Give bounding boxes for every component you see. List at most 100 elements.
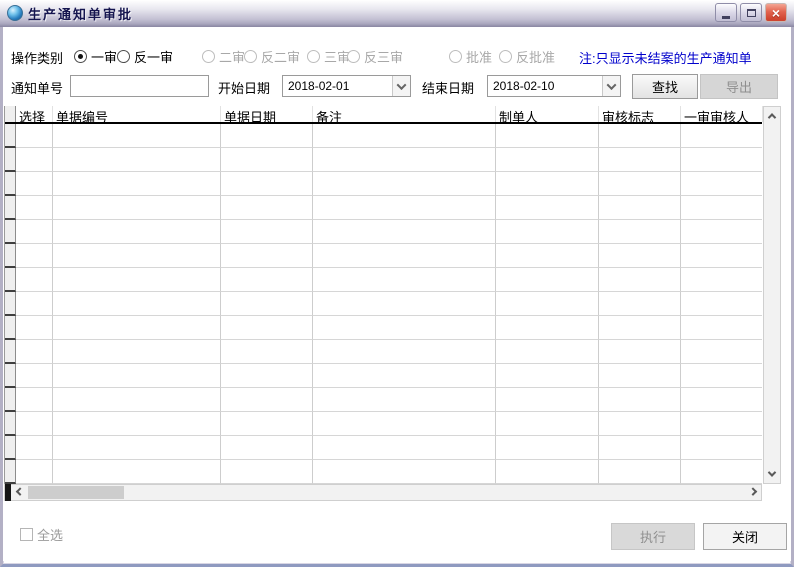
table-cell [221,172,313,196]
scroll-up-button[interactable] [764,108,780,124]
table-cell [496,124,599,148]
row-selector-cell [5,364,16,388]
close-window-button[interactable]: 关闭 [703,523,787,550]
start-date-value: 2018-02-01 [283,79,392,93]
title-bar: 生产通知单审批 × [0,0,794,27]
search-button[interactable]: 查找 [632,74,698,99]
horizontal-scroll-thumb[interactable] [28,486,124,499]
table-cell [599,268,681,292]
row-selector-cell [5,196,16,220]
maximize-icon [747,9,756,17]
table-cell [53,412,221,436]
start-date-dropdown-arrow[interactable] [392,76,410,96]
table-cell [221,460,313,484]
chevron-down-icon [397,80,407,90]
footer-bar: 全选 执行 关闭 [3,519,791,551]
table-cell [313,412,496,436]
row-selector-cell [5,412,16,436]
table-cell [599,124,681,148]
end-date-dropdown-arrow[interactable] [602,76,620,96]
table-cell [221,148,313,172]
table-cell [496,244,599,268]
table-cell [16,196,53,220]
table-cell [599,436,681,460]
scroll-down-button[interactable] [764,466,780,482]
table-cell [681,436,762,460]
radio-label: 批准 [466,47,492,66]
table-row [5,460,762,484]
radio-button-icon[interactable] [117,50,130,63]
radio-anti-approve: 反批准 [499,47,555,66]
table-cell [221,316,313,340]
radio-anti-first-audit[interactable]: 反一审 [117,47,173,66]
table-cell [496,172,599,196]
table-cell [599,364,681,388]
row-selector-cell [5,244,16,268]
table-cell [53,340,221,364]
table-row [5,340,762,364]
radio-label: 二审 [219,47,245,66]
select-all-checkbox[interactable]: 全选 [20,525,63,544]
table-cell [313,460,496,484]
table-cell [221,292,313,316]
table-cell [681,220,762,244]
app-icon [7,5,23,21]
table-cell [53,460,221,484]
radio-first-audit[interactable]: 一审 [74,47,117,66]
radio-label: 反三审 [364,47,403,66]
chevron-down-icon [607,80,617,90]
table-cell [681,364,762,388]
table-cell [221,124,313,148]
row-selector-cell [5,220,16,244]
table-cell [496,196,599,220]
maximize-button[interactable] [740,3,762,22]
minimize-icon [722,16,730,19]
table-cell [681,124,762,148]
start-date-combobox[interactable]: 2018-02-01 [282,75,411,97]
scroll-right-button[interactable] [745,485,760,500]
note-text: 注:只显示未结案的生产通知单 [579,48,752,67]
end-date-combobox[interactable]: 2018-02-10 [487,75,621,97]
table-cell [313,220,496,244]
client-area: 操作类别 注:只显示未结案的生产通知单 一审反一审二审反二审三审反三审批准反批准… [3,27,791,561]
radio-button-icon [244,50,257,63]
column-header: 审核标志 [599,106,681,122]
table-cell [313,436,496,460]
table-row [5,412,762,436]
horizontal-scrollbar[interactable] [4,484,762,501]
row-selector-cell [5,268,16,292]
close-button[interactable]: × [765,3,787,22]
table-cell [313,172,496,196]
results-grid: 选择单据编号单据日期备注制单人审核标志一审审核人 [4,106,762,500]
column-header: 单据日期 [221,106,313,122]
table-cell [496,220,599,244]
table-cell [53,244,221,268]
radio-button-icon[interactable] [74,50,87,63]
table-row [5,316,762,340]
table-cell [599,172,681,196]
table-cell [496,460,599,484]
operation-type-label: 操作类别 [11,48,63,67]
chevron-down-icon [768,468,776,476]
row-selector-cell [5,388,16,412]
table-cell [599,388,681,412]
column-header: 备注 [313,106,496,122]
minimize-button[interactable] [715,3,737,22]
table-cell [681,460,762,484]
table-cell [681,412,762,436]
grid-selector-header [5,106,16,122]
table-cell [53,268,221,292]
row-selector-cell [5,148,16,172]
vertical-scrollbar[interactable] [763,106,781,484]
scroll-left-button[interactable] [12,485,27,500]
grid-splitter-handle[interactable] [5,484,11,501]
table-cell [16,220,53,244]
table-cell [16,148,53,172]
app-window: 生产通知单审批 × 操作类别 注:只显示未结案的生产通知单 一审反一审二审反二审… [0,0,794,567]
notice-number-input[interactable] [70,75,209,97]
grid-header-row: 选择单据编号单据日期备注制单人审核标志一审审核人 [5,106,762,124]
column-header: 一审审核人 [681,106,763,122]
radio-anti-third-audit: 反三审 [347,47,403,66]
column-header: 选择 [16,106,53,122]
table-cell [53,196,221,220]
